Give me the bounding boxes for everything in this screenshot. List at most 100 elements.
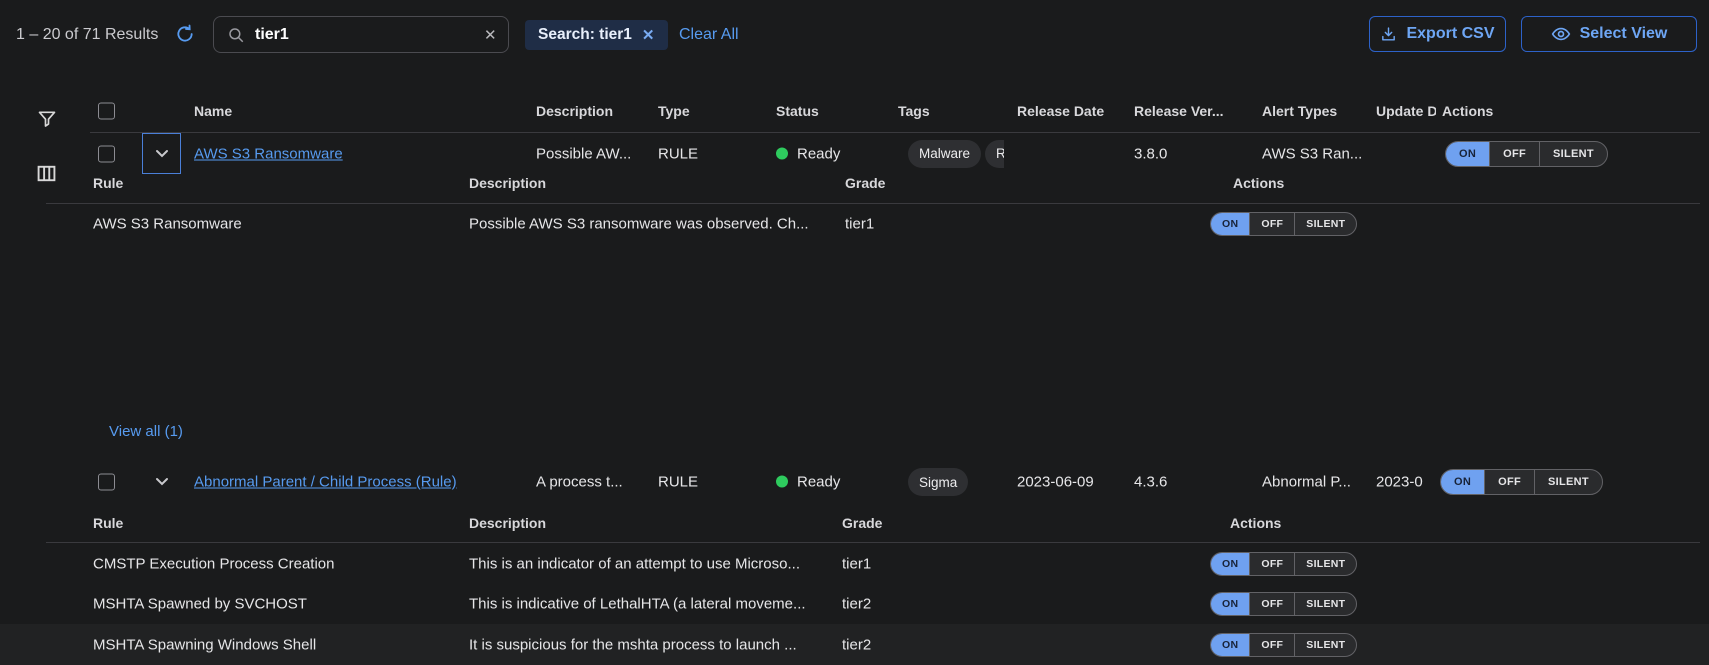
refresh-icon bbox=[175, 31, 195, 48]
subtable-row: AWS S3 Ransomware Possible AWS S3 ransom… bbox=[0, 204, 1709, 243]
row-alert-types: Abnormal P... bbox=[1262, 474, 1351, 491]
toggle-on[interactable]: ON bbox=[1441, 470, 1484, 494]
row-status: Ready bbox=[776, 474, 840, 491]
col-header-name[interactable]: Name bbox=[194, 103, 232, 119]
subrow-grade: tier2 bbox=[842, 636, 871, 653]
subrow-rule: AWS S3 Ransomware bbox=[93, 215, 242, 232]
toggle-silent[interactable]: SILENT bbox=[1294, 553, 1356, 575]
tag-pill: Sigma bbox=[908, 468, 968, 496]
actions-toggle: ON OFF SILENT bbox=[1440, 469, 1603, 495]
toggle-silent[interactable]: SILENT bbox=[1539, 142, 1607, 166]
toggle-silent[interactable]: SILENT bbox=[1294, 593, 1356, 615]
status-label: Ready bbox=[797, 145, 840, 162]
search-filter-chip[interactable]: Search: tier1 ✕ bbox=[525, 20, 668, 50]
toggle-silent[interactable]: SILENT bbox=[1294, 634, 1356, 656]
subcol-header-grade: Grade bbox=[845, 175, 885, 191]
col-header-status[interactable]: Status bbox=[776, 103, 819, 119]
view-all-link[interactable]: View all (1) bbox=[109, 423, 183, 440]
row-type: RULE bbox=[658, 145, 698, 162]
toggle-on[interactable]: ON bbox=[1211, 213, 1249, 235]
subtable-header-row: Rule Description Grade Actions bbox=[0, 167, 1709, 199]
subcol-header-description: Description bbox=[469, 175, 546, 191]
toggle-on[interactable]: ON bbox=[1211, 553, 1249, 575]
export-csv-button[interactable]: Export CSV bbox=[1369, 16, 1506, 52]
toggle-off[interactable]: OFF bbox=[1249, 213, 1294, 235]
toggle-off[interactable]: OFF bbox=[1489, 142, 1539, 166]
table-row: Abnormal Parent / Child Process (Rule) A… bbox=[0, 461, 1709, 503]
subrow-grade: tier1 bbox=[842, 556, 871, 573]
col-header-update-date[interactable]: Update D bbox=[1376, 103, 1436, 119]
status-ready-dot bbox=[776, 147, 788, 159]
row-expand-button[interactable] bbox=[142, 461, 181, 503]
subrow-description: This is indicative of LethalHTA (a later… bbox=[469, 596, 806, 613]
chevron-down-icon bbox=[155, 473, 169, 491]
row-tags: Malware Ra bbox=[908, 140, 1004, 168]
toggle-on[interactable]: ON bbox=[1211, 634, 1249, 656]
subrow-rule: CMSTP Execution Process Creation bbox=[93, 556, 335, 573]
status-label: Ready bbox=[797, 474, 840, 491]
row-checkbox[interactable] bbox=[98, 474, 115, 491]
select-all-checkbox[interactable] bbox=[98, 103, 115, 120]
subcol-header-description: Description bbox=[469, 515, 546, 531]
results-count: 1 – 20 of 71 Results bbox=[16, 26, 158, 44]
subrow-grade: tier1 bbox=[845, 215, 874, 232]
rule-name-link[interactable]: Abnormal Parent / Child Process (Rule) bbox=[194, 474, 457, 491]
actions-toggle: ON OFF SILENT bbox=[1210, 633, 1357, 657]
subtable-row: CMSTP Execution Process Creation This is… bbox=[0, 544, 1709, 584]
col-header-description[interactable]: Description bbox=[536, 103, 613, 119]
toggle-off[interactable]: OFF bbox=[1484, 470, 1534, 494]
rule-name-link[interactable]: AWS S3 Ransomware bbox=[194, 145, 343, 162]
actions-toggle: ON OFF SILENT bbox=[1210, 592, 1357, 616]
actions-toggle: ON OFF SILENT bbox=[1210, 552, 1357, 576]
row-description: A process t... bbox=[536, 474, 623, 491]
search-input-container[interactable]: ✕ bbox=[213, 16, 509, 53]
toggle-off[interactable]: OFF bbox=[1249, 593, 1294, 615]
chip-label: Search: tier1 bbox=[538, 26, 632, 44]
subrow-grade: tier2 bbox=[842, 596, 871, 613]
search-input[interactable] bbox=[255, 26, 474, 44]
chip-close-icon[interactable]: ✕ bbox=[642, 26, 655, 44]
row-status: Ready bbox=[776, 145, 840, 162]
chevron-down-icon bbox=[155, 145, 169, 163]
subcol-header-rule: Rule bbox=[93, 515, 123, 531]
actions-toggle: ON OFF SILENT bbox=[1445, 141, 1608, 167]
row-release-version: 3.8.0 bbox=[1134, 145, 1167, 162]
tag-pill: Malware bbox=[908, 140, 981, 168]
col-header-tags[interactable]: Tags bbox=[898, 103, 930, 119]
subrow-description: This is an indicator of an attempt to us… bbox=[469, 556, 800, 573]
subtable-row: MSHTA Spawning Windows Shell It is suspi… bbox=[0, 624, 1709, 665]
row-update-date: 2023-0 bbox=[1376, 474, 1428, 491]
toggle-silent[interactable]: SILENT bbox=[1534, 470, 1602, 494]
row-type: RULE bbox=[658, 474, 698, 491]
subrow-description: It is suspicious for the mshta process t… bbox=[469, 636, 797, 653]
select-view-button[interactable]: Select View bbox=[1521, 16, 1697, 52]
subrow-rule: MSHTA Spawned by SVCHOST bbox=[93, 596, 307, 613]
row-alert-types: AWS S3 Ran... bbox=[1262, 145, 1362, 162]
status-ready-dot bbox=[776, 476, 788, 488]
row-release-date: 2023-06-09 bbox=[1017, 474, 1094, 491]
col-header-alert-types[interactable]: Alert Types bbox=[1262, 103, 1337, 119]
col-header-release-version[interactable]: Release Ver... bbox=[1134, 103, 1224, 119]
clear-all-link[interactable]: Clear All bbox=[679, 26, 739, 44]
subcol-header-grade: Grade bbox=[842, 515, 882, 531]
actions-toggle: ON OFF SILENT bbox=[1210, 212, 1357, 236]
download-icon bbox=[1380, 26, 1397, 43]
row-checkbox[interactable] bbox=[98, 145, 115, 162]
toggle-off[interactable]: OFF bbox=[1249, 634, 1294, 656]
col-header-type[interactable]: Type bbox=[658, 103, 690, 119]
select-view-label: Select View bbox=[1580, 25, 1668, 43]
refresh-button[interactable] bbox=[175, 24, 195, 49]
col-header-actions: Actions bbox=[1442, 103, 1493, 119]
toggle-on[interactable]: ON bbox=[1446, 142, 1489, 166]
row-description: Possible AW... bbox=[536, 145, 631, 162]
search-clear-icon[interactable]: ✕ bbox=[484, 26, 497, 44]
toggle-on[interactable]: ON bbox=[1211, 593, 1249, 615]
subtable-header-row: Rule Description Grade Actions bbox=[0, 507, 1709, 539]
search-icon bbox=[227, 26, 245, 44]
toggle-silent[interactable]: SILENT bbox=[1294, 213, 1356, 235]
row-tags: Sigma bbox=[908, 468, 968, 496]
toggle-off[interactable]: OFF bbox=[1249, 553, 1294, 575]
subtable-divider bbox=[46, 542, 1700, 543]
col-header-release-date[interactable]: Release Date bbox=[1017, 103, 1104, 119]
subrow-rule: MSHTA Spawning Windows Shell bbox=[93, 636, 316, 653]
